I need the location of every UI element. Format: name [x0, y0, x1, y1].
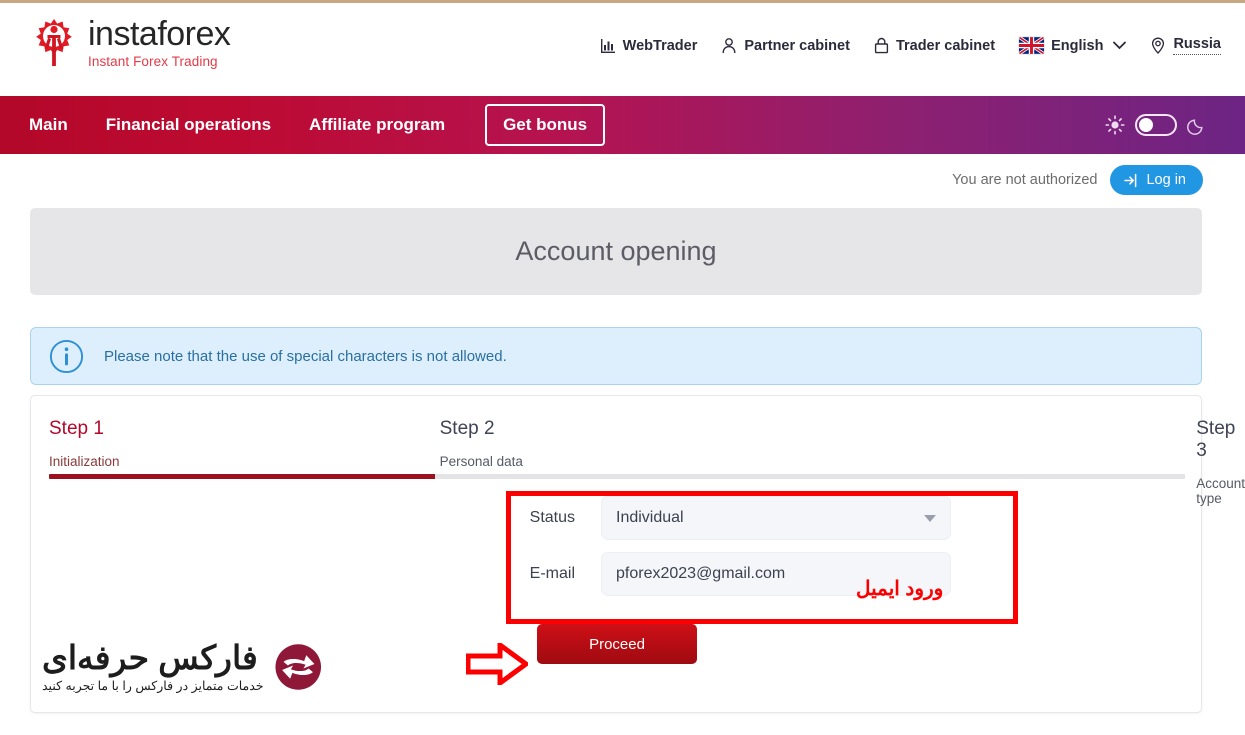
- brand-name: instaforex: [88, 15, 231, 54]
- login-arrow-icon: [1124, 173, 1137, 187]
- language-label: English: [1051, 37, 1104, 54]
- step-progress-fill: [49, 474, 436, 479]
- brand-tagline: Instant Forex Trading: [88, 54, 218, 70]
- email-annotation-text: ورود ایمیل: [856, 578, 944, 600]
- step-subtitle: Initialization: [49, 454, 120, 469]
- proceed-button[interactable]: Proceed: [537, 624, 697, 664]
- chevron-down-icon: [924, 514, 936, 522]
- site-header: instaforex Instant Forex Trading WebTrad…: [0, 3, 1245, 96]
- info-notice: Please note that the use of special char…: [30, 327, 1202, 385]
- step-subtitle: Personal data: [439, 454, 523, 469]
- person-icon: [722, 38, 736, 54]
- nav-item-affiliate-program[interactable]: Affiliate program: [309, 115, 445, 135]
- theme-switcher: [1105, 114, 1207, 136]
- login-button-label: Log in: [1146, 172, 1186, 188]
- auth-status-text: You are not authorized: [952, 172, 1098, 188]
- status-select-value: Individual: [616, 509, 684, 526]
- brand-logo[interactable]: instaforex Instant Forex Trading: [28, 15, 231, 70]
- auth-strip: You are not authorized Log in: [952, 165, 1203, 195]
- status-select[interactable]: Individual: [601, 496, 951, 540]
- main-nav-links: Main Financial operations Affiliate prog…: [29, 104, 606, 146]
- header-link-label: WebTrader: [622, 37, 698, 54]
- header-link-trader-cabinet[interactable]: Trader cabinet: [874, 37, 995, 54]
- right-arrow-annotation-icon: [466, 643, 528, 685]
- header-link-webtrader[interactable]: WebTrader: [600, 37, 698, 54]
- language-selector[interactable]: English: [1019, 37, 1127, 54]
- lock-icon: [874, 37, 889, 54]
- email-label: E-mail: [529, 565, 575, 582]
- header-link-label: Partner cabinet: [744, 37, 850, 54]
- watermark-title: فارکس حرفه‌ای: [42, 638, 258, 676]
- chevron-down-icon: [1113, 41, 1127, 50]
- geo-label: Russia: [1173, 36, 1221, 55]
- info-circle-icon: [49, 339, 84, 373]
- pforex-watermark: فارکس حرفه‌ای خدمات متمایز در فارکس را ب…: [42, 631, 322, 703]
- nav-item-main[interactable]: Main: [29, 115, 68, 135]
- email-input-value: pforex2023@gmail.com: [616, 565, 786, 582]
- header-link-partner-cabinet[interactable]: Partner cabinet: [721, 37, 850, 54]
- pforex-s-circle-logo: [274, 644, 321, 690]
- step-2[interactable]: Step 2 Personal data: [428, 418, 807, 506]
- main-navigation: Main Financial operations Affiliate prog…: [0, 96, 1245, 154]
- watermark-subtitle: خدمات متمایز در فارکس را با ما تجربه کنی…: [42, 679, 264, 694]
- watermark-text: فارکس حرفه‌ای خدمات متمایز در فارکس را ب…: [42, 638, 264, 694]
- nav-item-financial-operations[interactable]: Financial operations: [106, 115, 271, 135]
- step-title: Step 1: [49, 418, 104, 439]
- header-link-label: Trader cabinet: [895, 37, 996, 54]
- geo-selector[interactable]: Russia: [1150, 36, 1221, 55]
- initialization-form: Status Individual E-mail pforex2023@gmai…: [31, 496, 1201, 608]
- steps-header: Step 1 Initialization Step 2 Personal da…: [49, 418, 1245, 506]
- moon-icon[interactable]: [1187, 115, 1207, 135]
- sun-icon[interactable]: [1105, 115, 1125, 135]
- theme-toggle[interactable]: [1135, 114, 1177, 136]
- theme-toggle-knob: [1139, 118, 1153, 132]
- brand-text: instaforex Instant Forex Trading: [88, 15, 231, 70]
- info-notice-text: Please note that the use of special char…: [104, 347, 507, 365]
- step-progress-bar: [49, 474, 1185, 479]
- login-button[interactable]: Log in: [1110, 165, 1203, 195]
- email-row: E-mail pforex2023@gmail.com: [31, 552, 1201, 596]
- status-row: Status Individual: [31, 496, 1201, 540]
- step-3[interactable]: Step 3 Account type: [806, 418, 1245, 506]
- page-root: instaforex Instant Forex Trading WebTrad…: [0, 0, 1245, 735]
- location-pin-icon: [1152, 37, 1165, 54]
- page-title: Account opening: [515, 236, 717, 266]
- get-bonus-button[interactable]: Get bonus: [485, 104, 606, 146]
- step-title: Step 2: [439, 418, 495, 439]
- uk-flag-icon: [1019, 37, 1045, 54]
- page-title-banner: Account opening: [30, 208, 1202, 295]
- step-title: Step 3: [1196, 418, 1236, 461]
- chart-bars-icon: [600, 38, 615, 53]
- instaforex-gear-man-logo: [36, 19, 72, 66]
- step-1[interactable]: Step 1 Initialization: [49, 418, 428, 506]
- header-nav: WebTrader Partner cabinet Trader cabinet: [600, 36, 1221, 55]
- status-label: Status: [529, 509, 575, 526]
